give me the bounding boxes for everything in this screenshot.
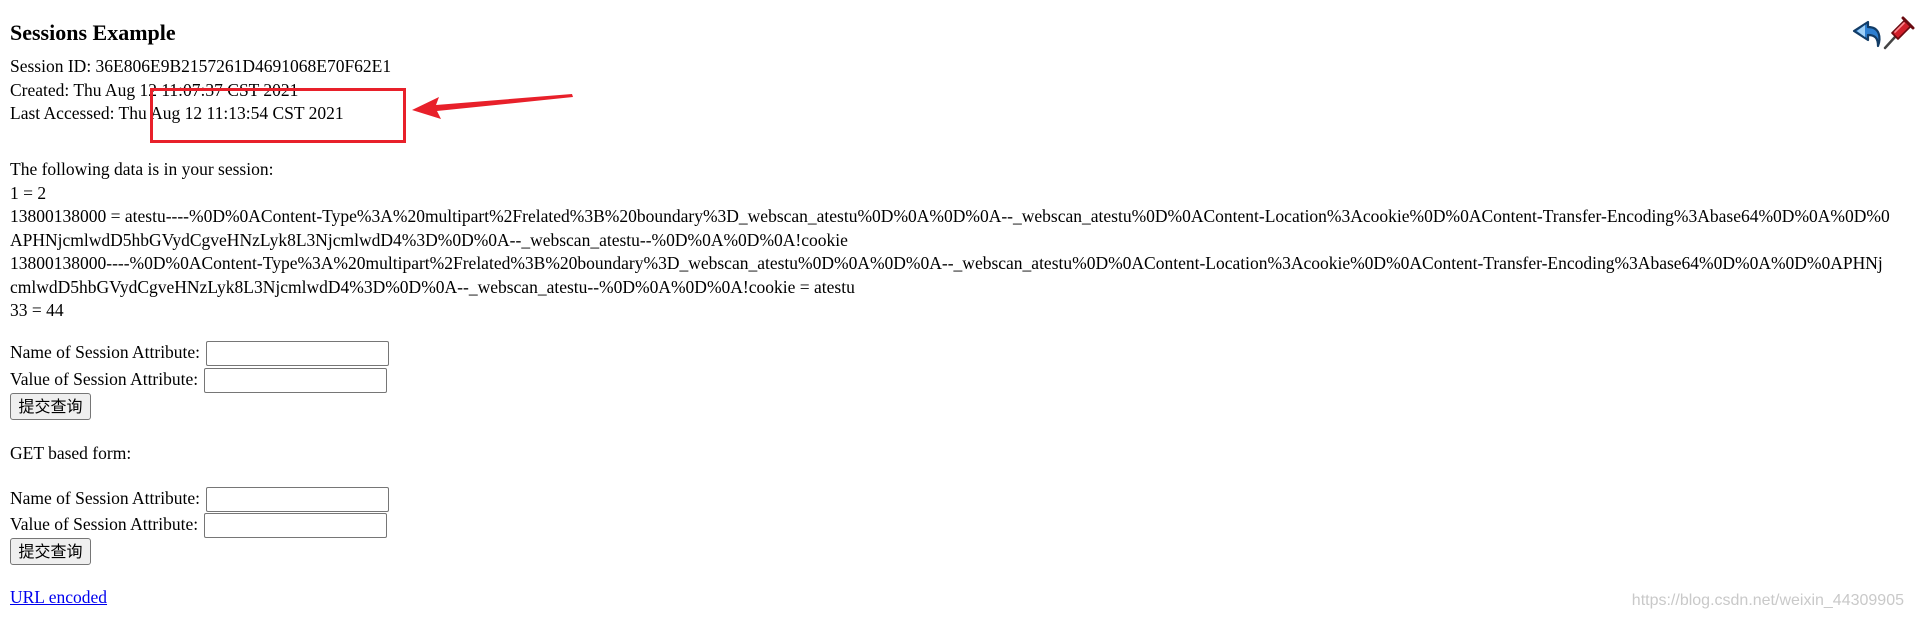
post-value-input[interactable] [204, 368, 388, 394]
annotation-arrow-icon [412, 94, 573, 119]
get-value-row: Value of Session Attribute: [10, 510, 388, 539]
get-name-row: Name of Session Attribute: [10, 484, 390, 513]
get-value-label: Value of Session Attribute: [10, 514, 199, 534]
session-entry: 13800138000 = atestu----%0D%0AContent-Ty… [10, 206, 1890, 250]
post-name-row: Name of Session Attribute: [10, 338, 390, 367]
post-name-input[interactable] [206, 341, 390, 367]
get-name-input[interactable] [206, 487, 390, 513]
session-entry: 33 = 44 [10, 300, 64, 320]
session-data-intro: The following data is in your session: [10, 159, 274, 179]
toolbar [1846, 14, 1916, 54]
post-value-label: Value of Session Attribute: [10, 369, 199, 389]
get-submit-button[interactable]: 提交查询 [10, 538, 91, 565]
back-arrow-icon[interactable] [1848, 16, 1884, 52]
url-encoded-link[interactable]: URL encoded [10, 586, 107, 609]
get-value-input[interactable] [204, 513, 388, 539]
annotation-highlight-box [150, 88, 406, 143]
pushpin-icon[interactable] [1880, 14, 1916, 52]
session-entry: 13800138000----%0D%0AContent-Type%3A%20m… [10, 253, 1883, 297]
post-submit-button[interactable]: 提交查询 [10, 393, 91, 420]
page-title: Sessions Example [10, 20, 176, 45]
session-id-line: Session ID: 36E806E9B2157261D4691068E70F… [10, 56, 392, 76]
session-data: The following data is in your session: 1… [10, 158, 1890, 323]
post-name-label: Name of Session Attribute: [10, 342, 201, 362]
session-entry: 1 = 2 [10, 182, 47, 203]
get-form-heading: GET based form: [10, 443, 132, 463]
get-name-label: Name of Session Attribute: [10, 488, 201, 508]
watermark: https://blog.csdn.net/weixin_44309905 [1631, 592, 1904, 609]
post-value-row: Value of Session Attribute: [10, 365, 388, 394]
